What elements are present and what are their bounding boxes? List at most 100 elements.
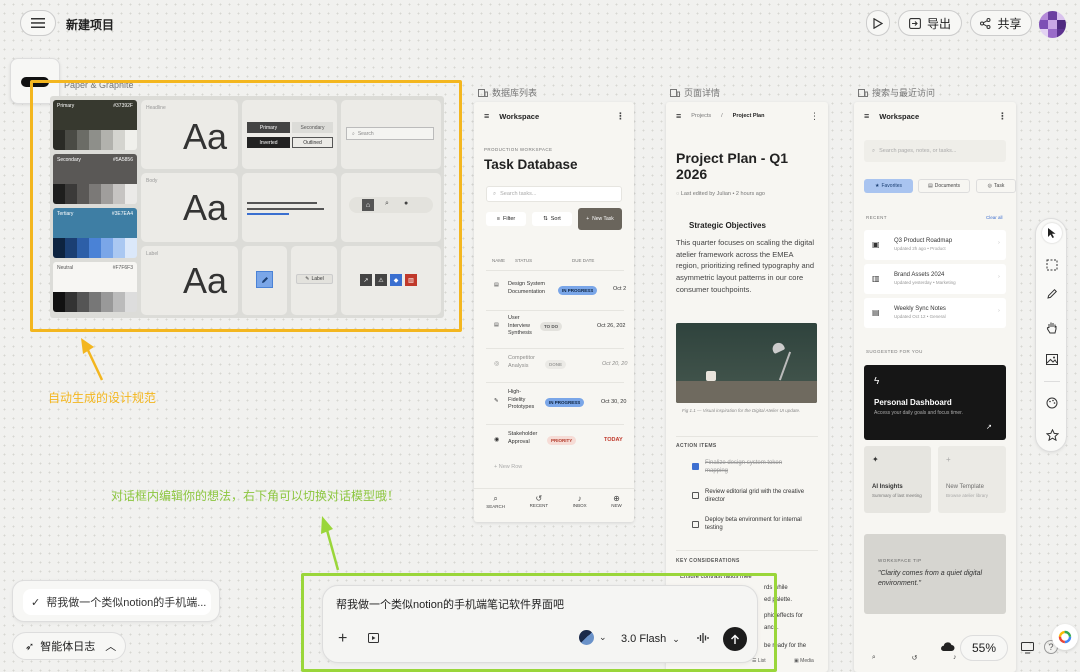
chip-task[interactable]: ◎ Task xyxy=(976,179,1016,193)
video-icon xyxy=(368,633,379,643)
zoom-level[interactable]: 55% xyxy=(960,635,1008,661)
arrow-up-right-icon: ↗ xyxy=(986,424,992,431)
user-icon: ● xyxy=(404,200,409,207)
style-selector[interactable]: ⌄ xyxy=(579,630,607,645)
agent-log-button[interactable]: ➶ 智能体日志 ︿ xyxy=(12,632,126,660)
chevron-down-icon: ⌄ xyxy=(599,632,607,642)
notes-icon: ▤ xyxy=(872,308,880,317)
trash-icon: ▥ xyxy=(405,274,417,286)
recent-item[interactable]: ▥ Brand Assets 2024 Updated yesterday • … xyxy=(864,264,1006,294)
label-chip: ✎ Label xyxy=(296,274,333,284)
more-icon[interactable]: ⋮ xyxy=(810,111,819,122)
check-circle-icon: ◎ xyxy=(494,361,500,367)
bell-icon[interactable]: ♪ xyxy=(953,654,957,672)
recent-item[interactable]: ▣ Q3 Product Roadmap Updated 2h ago • Pr… xyxy=(864,230,1006,260)
doc-icon: ▣ xyxy=(872,240,880,249)
considerations-heading: KEY CONSIDERATIONS xyxy=(676,558,740,564)
task-search-input[interactable]: ⌕ Search tasks... xyxy=(486,186,622,202)
nav-new[interactable]: ⊕ NEW xyxy=(611,494,622,520)
frame-tool[interactable] xyxy=(1042,255,1062,275)
export-button[interactable]: 导出 xyxy=(898,10,962,36)
status-badge: IN PROGRESS xyxy=(558,286,598,295)
search-icon[interactable]: ⌕ xyxy=(872,654,876,672)
style-swatch-icon xyxy=(579,630,594,645)
cloud-sync-icon xyxy=(940,641,955,652)
outlined-sample-button: Outlined xyxy=(292,137,333,148)
new-task-button[interactable]: + New Task xyxy=(578,208,622,230)
hamburger-icon[interactable]: ≡ xyxy=(864,111,869,121)
sort-button[interactable]: ⇅ Sort xyxy=(532,212,572,226)
more-icon[interactable]: ⋮ xyxy=(616,111,625,122)
select-tool[interactable] xyxy=(1042,223,1062,243)
doc-icon: ▤ xyxy=(494,282,499,288)
export-icon xyxy=(909,17,921,29)
palette-tool[interactable] xyxy=(1042,393,1062,413)
media-tool[interactable]: ▣ Media xyxy=(794,658,814,672)
checkbox[interactable] xyxy=(692,521,699,528)
google-logo-button[interactable] xyxy=(1052,624,1078,650)
page-detail-section-label: 页面详情 xyxy=(670,86,720,99)
add-attachment-button[interactable]: + xyxy=(338,630,347,648)
pen-tool[interactable] xyxy=(1042,284,1062,304)
table-row[interactable]: ▤ User Interview Synthesis TO DO Oct 26,… xyxy=(484,312,634,348)
filter-icon: ≡ xyxy=(496,216,500,222)
swatch-neutral: Neutral #F7F6F3 xyxy=(53,262,137,312)
checkbox-checked[interactable] xyxy=(692,463,699,470)
menu-button[interactable] xyxy=(20,10,56,36)
play-button[interactable] xyxy=(866,10,890,36)
send-button[interactable] xyxy=(723,627,747,651)
nav-recent[interactable]: ↺ RECENT xyxy=(530,494,549,520)
database-section-label: 数据库列表 xyxy=(478,86,537,99)
pen-icon: ✎ xyxy=(494,398,499,404)
personal-dashboard-card[interactable]: ϟ Personal Dashboard Access your daily g… xyxy=(864,365,1006,440)
search-icon: ⌕ xyxy=(352,130,355,137)
filter-button[interactable]: ≡ Filter xyxy=(486,212,526,226)
table-row[interactable]: ✎ High-Fidelity Prototypes IN PROGRESS O… xyxy=(484,384,634,424)
chat-input[interactable]: 帮我做一个类似notion的手机端笔记软件界面吧 xyxy=(336,596,564,612)
task-history-item[interactable]: ✓ 帮我做一个类似notion的手机端... xyxy=(23,589,211,615)
chevron-right-icon: › xyxy=(998,308,1000,314)
chevron-right-icon: › xyxy=(998,240,1000,246)
hamburger-icon[interactable]: ≡ xyxy=(484,111,489,121)
edited-meta: ◌ Last edited by Julian • 2 hours ago xyxy=(676,191,765,197)
hand-tool[interactable] xyxy=(1042,317,1062,337)
history-icon[interactable]: ↺ xyxy=(911,654,917,672)
new-row-button[interactable]: + New Row xyxy=(494,464,522,472)
clear-all-link[interactable]: Clear all xyxy=(986,215,1003,221)
more-icon[interactable]: ⋮ xyxy=(998,111,1007,122)
export-label: 导出 xyxy=(926,16,951,31)
table-row[interactable]: ◎ Competitor Analysis DONE Oct 20, 20 xyxy=(484,350,634,382)
status-badge: IN PROGRESS xyxy=(545,398,585,407)
search-icon: ⌕ xyxy=(493,494,498,503)
table-row[interactable]: ◉ Stakeholder Approval PRIORITY TODAY xyxy=(484,426,634,460)
image-tool[interactable] xyxy=(1042,349,1062,369)
design-system-board: Primary #37392F Secondary #5A5856 Tertiary… xyxy=(50,96,444,318)
chip-documents[interactable]: ▤ Documents xyxy=(918,179,970,193)
ai-insights-card[interactable]: ✦ AI Insights Summary of last meeting xyxy=(864,446,931,513)
preview-button[interactable] xyxy=(1016,637,1038,659)
new-template-card[interactable]: + New Template Browse atelier library xyxy=(938,446,1006,513)
table-row[interactable]: ▤ Design System Documentation IN PROGRES… xyxy=(484,272,634,312)
google-icon xyxy=(1058,630,1072,644)
chip-favorites[interactable]: ★ Favorites xyxy=(864,179,913,193)
favorite-tool[interactable] xyxy=(1042,425,1062,445)
search-icon: ⌕ xyxy=(493,190,497,197)
waveform-icon xyxy=(697,633,709,643)
star-icon xyxy=(1045,429,1059,441)
hamburger-icon[interactable]: ≡ xyxy=(676,111,681,121)
search-section-label: 搜索与最近访问 xyxy=(858,86,935,99)
checkbox[interactable] xyxy=(692,492,699,499)
objectives-body: This quarter focuses on scaling the digi… xyxy=(676,238,814,294)
recent-item[interactable]: ▤ Weekly Sync Notes Updated Oct 12 • Gen… xyxy=(864,298,1006,328)
task-panel: ✓ 帮我做一个类似notion的手机端... xyxy=(12,580,220,622)
voice-button[interactable] xyxy=(697,632,711,644)
nav-inbox[interactable]: ♪ INBOX xyxy=(573,494,587,520)
avatar[interactable] xyxy=(1039,11,1066,38)
search-header: ≡ Workspace ⋮ xyxy=(864,110,1007,122)
archive-icon: ▥ xyxy=(872,274,880,283)
nav-search[interactable]: ⌕ SEARCH xyxy=(486,494,505,520)
share-button[interactable]: 共享 xyxy=(970,10,1032,36)
media-button[interactable] xyxy=(368,632,381,644)
model-selector[interactable]: 3.0 Flash ⌄ xyxy=(621,633,680,645)
page-search-input[interactable]: ⌕ Search pages, notes, or tasks... xyxy=(864,140,1006,162)
